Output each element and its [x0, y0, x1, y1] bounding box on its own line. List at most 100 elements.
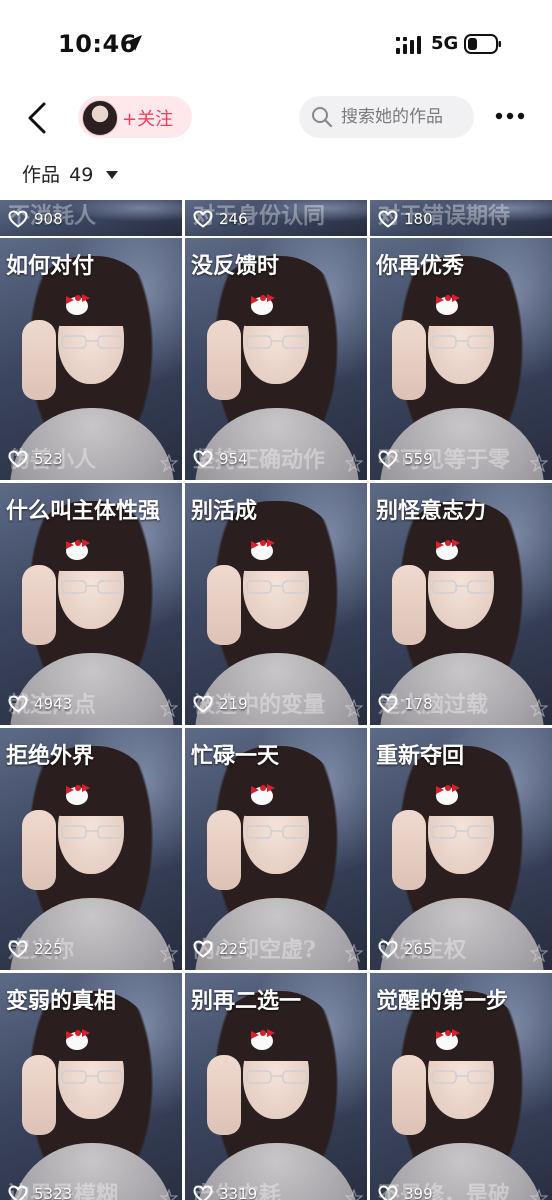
- like-info: 399: [378, 1183, 433, 1200]
- like-count: 225: [219, 940, 248, 958]
- star-icon: [530, 944, 548, 962]
- like-count: 908: [34, 210, 63, 228]
- battery-icon: [464, 34, 501, 54]
- bow-icon: [251, 1029, 275, 1050]
- heart-icon: [378, 1185, 398, 1200]
- follow-button[interactable]: +关注: [78, 96, 192, 138]
- heart-icon: [8, 450, 28, 468]
- like-info: 178: [378, 693, 433, 715]
- tile-title: 忙碌一天: [191, 743, 280, 769]
- like-info: 219: [193, 693, 248, 715]
- work-tile[interactable]: 别活成 被选中的变量 219: [185, 483, 367, 725]
- like-info: 559: [378, 448, 433, 470]
- like-info: 246: [193, 208, 248, 230]
- heart-icon: [378, 940, 398, 958]
- glasses-graphic: [431, 825, 493, 839]
- glasses-graphic: [61, 580, 123, 594]
- like-info: 954: [193, 448, 248, 470]
- like-info: 265: [378, 938, 433, 960]
- work-tile[interactable]: 没反馈时 坚持正确动作 954: [185, 238, 367, 480]
- more-options-icon[interactable]: [494, 106, 526, 126]
- work-tile[interactable]: 对于身份认同 246: [185, 200, 367, 236]
- glasses-graphic: [431, 335, 493, 349]
- works-count: 49: [69, 164, 94, 186]
- signal-icon: [396, 36, 421, 54]
- like-count: 3319: [219, 1185, 258, 1200]
- work-tile[interactable]: 忙碌一天 内心却空虚? 225: [185, 728, 367, 970]
- heart-icon: [193, 210, 213, 228]
- search-icon: [312, 107, 333, 128]
- search-input[interactable]: [341, 96, 469, 138]
- like-info: 225: [8, 938, 63, 960]
- work-tile[interactable]: 别再二选一 产生内耗 3319: [185, 973, 367, 1200]
- glasses-graphic: [246, 335, 308, 349]
- heart-icon: [8, 1185, 28, 1200]
- bow-icon: [66, 294, 90, 315]
- back-button[interactable]: [22, 98, 56, 138]
- bow-icon: [436, 1029, 460, 1050]
- work-tile[interactable]: 变弱的真相 边界是模糊 5323: [0, 973, 182, 1200]
- tile-title: 变弱的真相: [6, 988, 117, 1014]
- search-box[interactable]: [299, 96, 474, 138]
- works-filter[interactable]: 作品 49: [22, 160, 119, 188]
- like-count: 399: [404, 1185, 433, 1200]
- star-icon: [345, 454, 363, 472]
- network-type: 5G: [431, 33, 459, 54]
- heart-icon: [193, 1185, 213, 1200]
- like-count: 225: [34, 940, 63, 958]
- like-info: 4943: [8, 693, 72, 715]
- like-count: 5323: [34, 1185, 73, 1200]
- work-tile[interactable]: 拒绝外界 定义你 225: [0, 728, 182, 970]
- heart-icon: [193, 695, 213, 713]
- glasses-graphic: [61, 1070, 123, 1084]
- star-icon: [160, 944, 178, 962]
- like-count: 219: [219, 695, 248, 713]
- like-info: 225: [193, 938, 248, 960]
- status-bar: 10:46 5G: [0, 0, 552, 90]
- bow-icon: [436, 539, 460, 560]
- work-tile[interactable]: 如何对付 伪善小人 523: [0, 238, 182, 480]
- glasses-graphic: [431, 580, 493, 594]
- tile-title: 没反馈时: [191, 253, 280, 279]
- bow-icon: [251, 784, 275, 805]
- like-count: 559: [404, 450, 433, 468]
- star-icon: [345, 1189, 363, 1200]
- work-tile[interactable]: 对于错误期待 180: [370, 200, 552, 236]
- heart-icon: [193, 940, 213, 958]
- like-count: 523: [34, 450, 63, 468]
- heart-icon: [378, 695, 398, 713]
- star-icon: [160, 699, 178, 717]
- bow-icon: [251, 294, 275, 315]
- work-tile[interactable]: 重新夺回 认知主权 265: [370, 728, 552, 970]
- tile-title: 你再优秀: [376, 253, 465, 279]
- works-label: 作品: [22, 164, 61, 186]
- like-info: 180: [378, 208, 433, 230]
- work-tile[interactable]: 别怪意志力 是大脑过载 178: [370, 483, 552, 725]
- star-icon: [530, 454, 548, 472]
- bow-icon: [436, 294, 460, 315]
- work-tile[interactable]: 不消耗人 908: [0, 200, 182, 236]
- glasses-graphic: [61, 825, 123, 839]
- heart-icon: [378, 210, 398, 228]
- star-icon: [530, 699, 548, 717]
- bow-icon: [66, 539, 90, 560]
- tile-title: 拒绝外界: [6, 743, 95, 769]
- tile-title: 觉醒的第一步: [376, 988, 509, 1014]
- star-icon: [160, 1189, 178, 1200]
- works-grid: 不消耗人 908 对于身份认同 246 对于错误期待 180 如何对付 伪善小人 523 没反馈时…: [0, 200, 552, 1200]
- star-icon: [160, 454, 178, 472]
- tile-title: 别再二选一: [191, 988, 302, 1014]
- work-tile[interactable]: 什么叫主体性强 就这两点 4943: [0, 483, 182, 725]
- like-count: 265: [404, 940, 433, 958]
- heart-icon: [8, 940, 28, 958]
- work-tile[interactable]: 你再优秀 不可见等于零 559: [370, 238, 552, 480]
- work-tile[interactable]: 觉醒的第一步 不是修，是破 399: [370, 973, 552, 1200]
- glasses-graphic: [246, 580, 308, 594]
- follow-label: +关注: [122, 109, 174, 130]
- avatar[interactable]: [82, 100, 118, 136]
- tile-title: 重新夺回: [376, 743, 465, 769]
- location-arrow-icon: [126, 35, 142, 51]
- caret-down-icon: [106, 170, 119, 179]
- like-info: 908: [8, 208, 63, 230]
- like-count: 178: [404, 695, 433, 713]
